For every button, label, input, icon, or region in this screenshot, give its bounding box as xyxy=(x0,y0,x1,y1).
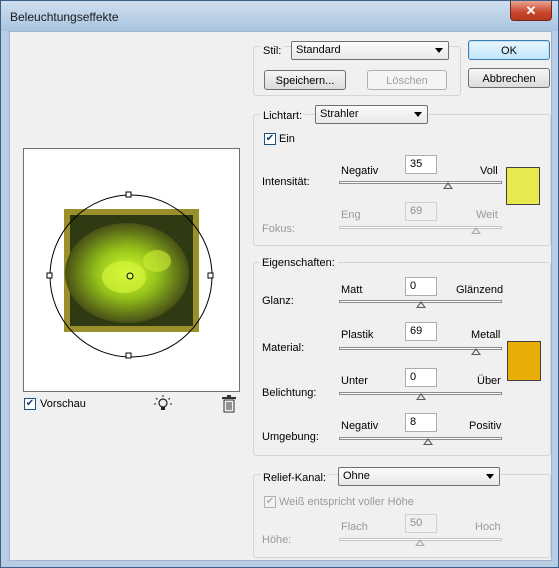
intensity-slider-thumb[interactable] xyxy=(443,182,453,189)
close-button[interactable]: ✕ xyxy=(510,1,552,21)
ambience-min-label: Negativ xyxy=(341,420,379,432)
preview-label: Vorschau xyxy=(40,398,86,410)
light-type-value: Strahler xyxy=(320,108,359,120)
ellipse-handle-top[interactable] xyxy=(125,191,132,198)
gloss-slider-thumb[interactable] xyxy=(416,301,426,308)
white-high-label: Weiß entspricht voller Höhe xyxy=(279,496,414,508)
white-high-checkbox[interactable]: ✔ xyxy=(264,496,276,508)
height-label: Höhe: xyxy=(262,534,292,546)
ellipse-handle-right[interactable] xyxy=(207,272,214,279)
relief-channel-select[interactable]: Ohne xyxy=(338,467,500,486)
preview-area[interactable] xyxy=(23,148,240,392)
material-input[interactable]: 69 xyxy=(405,322,437,341)
material-max-label: Metall xyxy=(471,329,501,341)
light-center-handle[interactable] xyxy=(126,272,134,280)
focus-label: Fokus: xyxy=(262,223,296,235)
material-label: Material: xyxy=(262,342,305,354)
ellipse-handle-left[interactable] xyxy=(46,272,53,279)
dialog-client: ✔ Vorschau Stil: Standard Speichern... L… xyxy=(9,31,552,561)
intensity-slider[interactable] xyxy=(339,181,502,184)
exposure-input[interactable]: 0 xyxy=(405,368,437,387)
height-input[interactable]: 50 xyxy=(405,514,437,533)
preview-canvas[interactable] xyxy=(24,149,239,391)
dialog-window: Beleuchtungseffekte ✕ ✔ Vorschau Stil: S… xyxy=(0,0,559,568)
ambience-input[interactable]: 8 xyxy=(405,413,437,432)
delete-button[interactable]: Löschen xyxy=(367,70,447,90)
title-bar[interactable]: Beleuchtungseffekte ✕ xyxy=(1,1,558,31)
focus-input[interactable]: 69 xyxy=(405,202,437,221)
save-button[interactable]: Speichern... xyxy=(264,70,346,90)
window-title: Beleuchtungseffekte xyxy=(10,10,119,24)
height-slider-thumb[interactable] xyxy=(415,539,425,546)
chevron-down-icon xyxy=(414,112,422,117)
intensity-max-label: Voll xyxy=(480,165,498,177)
height-max-label: Hoch xyxy=(475,521,501,533)
ellipse-handle-bottom[interactable] xyxy=(125,352,132,359)
chevron-down-icon xyxy=(435,48,443,53)
intensity-input[interactable]: 35 xyxy=(405,155,437,174)
intensity-label: Intensität: xyxy=(262,176,310,188)
gloss-max-label: Glänzend xyxy=(456,284,504,296)
light-on-checkbox[interactable]: ✔ xyxy=(264,133,276,145)
exposure-max-label: Über xyxy=(477,375,501,387)
ok-button[interactable]: OK xyxy=(468,40,550,60)
height-min-label: Flach xyxy=(341,521,368,533)
properties-color-swatch[interactable] xyxy=(507,341,541,381)
trash-icon[interactable] xyxy=(221,395,237,413)
ambience-slider[interactable] xyxy=(339,437,502,440)
focus-max-label: Weit xyxy=(476,209,498,221)
style-label: Stil: xyxy=(260,45,285,57)
light-type-select[interactable]: Strahler xyxy=(315,105,428,124)
material-min-label: Plastik xyxy=(341,329,374,341)
style-select[interactable]: Standard xyxy=(291,41,449,60)
light-on-label: Ein xyxy=(279,133,295,145)
ambience-slider-thumb[interactable] xyxy=(423,438,433,445)
relief-channel-value: Ohne xyxy=(343,470,370,482)
ambience-label: Umgebung: xyxy=(262,431,319,443)
gloss-input[interactable]: 0 xyxy=(405,277,437,296)
focus-min-label: Eng xyxy=(341,209,361,221)
exposure-slider-thumb[interactable] xyxy=(416,393,426,400)
focus-slider-thumb[interactable] xyxy=(471,227,481,234)
gloss-min-label: Matt xyxy=(341,284,363,296)
ambience-max-label: Positiv xyxy=(469,420,502,432)
gloss-label: Glanz: xyxy=(262,295,294,307)
style-select-value: Standard xyxy=(296,44,341,56)
properties-header: Eigenschaften: xyxy=(259,257,338,269)
texture-group xyxy=(253,474,551,558)
light-color-swatch[interactable] xyxy=(506,167,540,205)
preview-checkbox[interactable]: ✔ xyxy=(24,398,36,410)
cancel-button[interactable]: Abbrechen xyxy=(468,68,550,88)
intensity-min-label: Negativ xyxy=(341,165,379,177)
relief-channel-label: Relief-Kanal: xyxy=(260,472,329,484)
chevron-down-icon xyxy=(486,474,494,479)
light-bulb-icon[interactable] xyxy=(153,394,173,414)
material-slider-thumb[interactable] xyxy=(471,348,481,355)
close-icon: ✕ xyxy=(525,3,537,18)
exposure-label: Belichtung: xyxy=(262,387,317,399)
light-type-label: Lichtart: xyxy=(260,110,306,122)
exposure-min-label: Unter xyxy=(341,375,368,387)
